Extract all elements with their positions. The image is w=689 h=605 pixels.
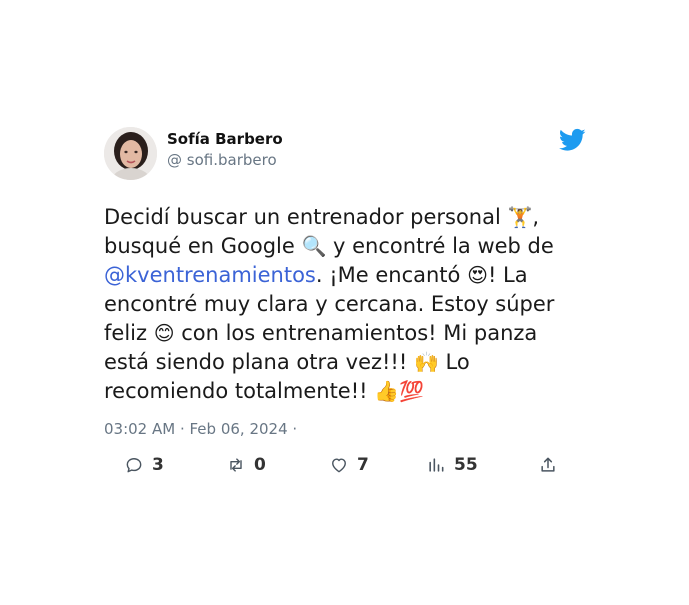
- reply-button[interactable]: 3: [124, 454, 164, 476]
- user-handle[interactable]: @ sofi.barbero: [167, 151, 277, 169]
- retweet-count: 0: [254, 455, 266, 475]
- heart-icon: [329, 455, 349, 475]
- avatar-image: [104, 127, 157, 180]
- bar-chart-icon: [426, 455, 446, 475]
- emoji: 🙌: [413, 350, 439, 374]
- avatar[interactable]: [104, 127, 157, 180]
- retweet-button[interactable]: 0: [226, 454, 266, 476]
- like-button[interactable]: 7: [329, 454, 369, 476]
- like-count: 7: [357, 455, 369, 475]
- retweet-icon: [226, 455, 246, 475]
- emoji: 💯: [399, 379, 425, 403]
- tweet-text: Decidí buscar un entrenador personal 🏋, …: [104, 203, 586, 406]
- twitter-bird-icon[interactable]: [559, 128, 586, 152]
- emoji: 🔍: [301, 234, 327, 258]
- views-button[interactable]: 55: [426, 454, 478, 476]
- tweet-card: Sofía Barbero @ sofi.barbero Decidí busc…: [104, 127, 586, 475]
- mention-link[interactable]: @kventrenamientos: [104, 263, 316, 287]
- emoji: 😊: [153, 321, 175, 345]
- user-name[interactable]: Sofía Barbero: [167, 130, 283, 148]
- reply-count: 3: [152, 455, 164, 475]
- tweet-text-segment: . ¡Me encantó: [315, 263, 468, 287]
- tweet-header: Sofía Barbero @ sofi.barbero: [104, 127, 586, 181]
- emoji: 👍: [374, 379, 400, 403]
- views-count: 55: [454, 455, 478, 475]
- tweet-text-segment: y encontré la web de: [326, 234, 554, 258]
- tweet-timestamp[interactable]: 03:02 AM · Feb 06, 2024 ·: [104, 420, 297, 438]
- comment-icon: [124, 455, 144, 475]
- emoji: 🏋: [507, 205, 533, 229]
- share-icon: [538, 455, 558, 475]
- tweet-actions: 3 0 7 55: [124, 454, 564, 476]
- tweet-text-segment: Decidí buscar un entrenador personal: [104, 205, 508, 229]
- emoji: 😍: [467, 263, 488, 287]
- share-button[interactable]: [538, 454, 558, 476]
